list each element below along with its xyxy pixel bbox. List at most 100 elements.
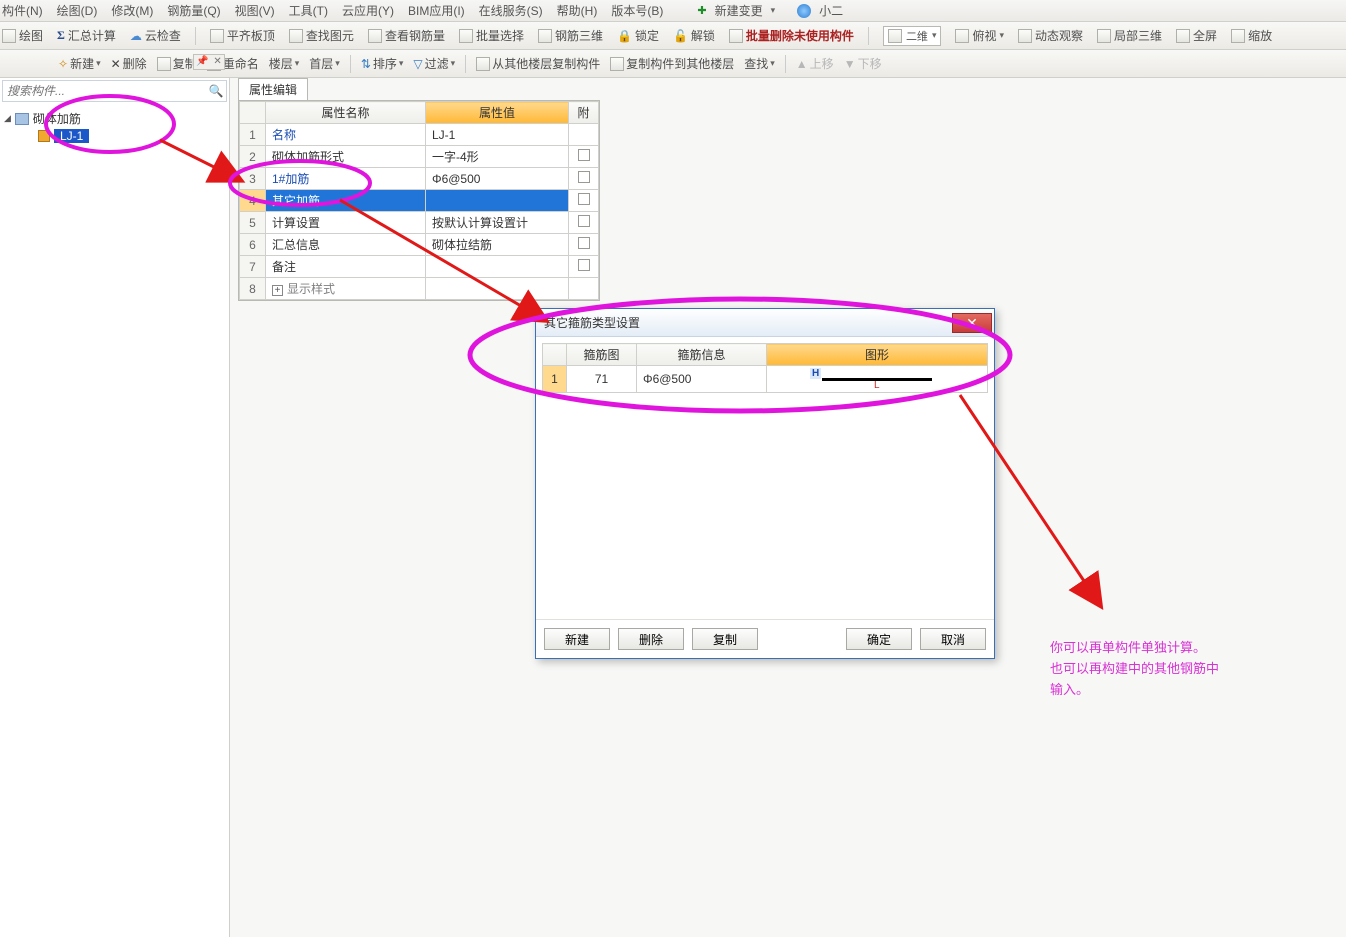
btn-move-up: ▲上移: [796, 55, 834, 72]
menu-item[interactable]: 工具(T): [289, 2, 328, 19]
tool-find-elem[interactable]: 查找图元: [289, 27, 354, 44]
menu-item[interactable]: 修改(M): [111, 2, 153, 19]
tree-item[interactable]: LJ-1: [38, 129, 225, 143]
floor-select[interactable]: 首层: [309, 55, 340, 72]
menu-item[interactable]: 版本号(B): [611, 2, 663, 19]
property-tab[interactable]: 属性编辑: [238, 78, 308, 100]
checkbox[interactable]: [578, 215, 590, 227]
component-tree-pane: 📌✕ 🔍 ◢ 砌体加筋 LJ-1: [0, 78, 230, 937]
header-propname: 属性名称: [266, 102, 426, 124]
tool-rebar-3d[interactable]: 钢筋三维: [538, 27, 603, 44]
header-graphic: 图形: [767, 344, 988, 366]
plus-icon: ✚: [697, 4, 706, 17]
btn-new[interactable]: ✧新建▾: [58, 55, 101, 72]
checkbox[interactable]: [578, 149, 590, 161]
tool-lock[interactable]: 🔒锁定: [617, 27, 659, 44]
tool-batch-select[interactable]: 批量选择: [459, 27, 524, 44]
filter-icon: ▽: [413, 57, 422, 71]
tool-batch-delete[interactable]: 批量删除未使用构件: [729, 27, 854, 44]
btn-move-down: ▼下移: [844, 55, 882, 72]
hoop-info-cell[interactable]: Φ6@500: [637, 366, 767, 393]
search-icon[interactable]: 🔍: [206, 84, 226, 98]
hoop-img-cell[interactable]: 71: [567, 366, 637, 393]
pane-controls[interactable]: 📌✕: [193, 54, 225, 70]
dialog-ok-button[interactable]: 确定: [846, 628, 912, 650]
checkbox[interactable]: [578, 259, 590, 271]
tool-zoom[interactable]: 缩放: [1231, 27, 1272, 44]
dialog-titlebar[interactable]: 其它箍筋类型设置 ✕: [536, 309, 994, 337]
graphic-l-label: L: [874, 380, 880, 391]
tree-search[interactable]: 🔍: [2, 80, 227, 102]
search-input[interactable]: [3, 82, 206, 100]
hoop-type-dialog: 其它箍筋类型设置 ✕ 箍筋图 箍筋信息 图形 1 71 Φ6@500 H L: [535, 308, 995, 659]
tool-fullscreen[interactable]: 全屏: [1176, 27, 1217, 44]
chart-icon: [368, 29, 382, 43]
checkbox[interactable]: [578, 237, 590, 249]
prop-row-selected[interactable]: 4 其它加筋: [240, 190, 599, 212]
pin-icon[interactable]: 📌: [196, 55, 208, 69]
tool-unlock[interactable]: 🔓解锁: [673, 27, 715, 44]
close-icon[interactable]: ✕: [213, 55, 221, 69]
btn-copy-from-floor[interactable]: 从其他楼层复制构件: [476, 55, 600, 72]
user-name: 小二: [819, 2, 843, 19]
menu-item[interactable]: 帮助(H): [557, 2, 598, 19]
hoop-row[interactable]: 1 71 Φ6@500 H L: [543, 366, 988, 393]
tool-flat-top[interactable]: 平齐板顶: [210, 27, 275, 44]
menu-bar: 构件(N) 绘图(D) 修改(M) 钢筋量(Q) 视图(V) 工具(T) 云应用…: [0, 0, 1346, 22]
prop-row[interactable]: 1 名称 LJ-1: [240, 124, 599, 146]
btn-copy[interactable]: 复制: [157, 55, 197, 72]
btn-sort[interactable]: ⇅排序▾: [361, 55, 404, 72]
header-hoop-info: 箍筋信息: [637, 344, 767, 366]
dialog-title: 其它箍筋类型设置: [544, 314, 640, 331]
menu-item[interactable]: 视图(V): [235, 2, 275, 19]
tool-view-rebar[interactable]: 查看钢筋量: [368, 27, 445, 44]
prop-row[interactable]: 2 砌体加筋形式 一字-4形: [240, 146, 599, 168]
collapse-icon[interactable]: ◢: [4, 113, 11, 124]
menu-item[interactable]: 钢筋量(Q): [167, 2, 220, 19]
tool-local-3d[interactable]: 局部三维: [1097, 27, 1162, 44]
prop-row[interactable]: 5 计算设置 按默认计算设置计: [240, 212, 599, 234]
header-hoop-img: 箍筋图: [567, 344, 637, 366]
dialog-new-button[interactable]: 新建: [544, 628, 610, 650]
dialog-close-button[interactable]: ✕: [952, 313, 992, 333]
prop-row[interactable]: 3 1#加筋 Φ6@500: [240, 168, 599, 190]
menu-item[interactable]: BIM应用(I): [408, 2, 465, 19]
property-panel: 属性编辑 属性名称 属性值 附 1 名称 LJ-1 2 砌体加筋形式 一字-4形: [238, 78, 600, 301]
dialog-delete-button[interactable]: 删除: [618, 628, 684, 650]
hoop-graphic-cell[interactable]: H L: [767, 366, 988, 393]
tool-cloud-check[interactable]: ☁云检查: [130, 27, 181, 44]
tree-root[interactable]: ◢ 砌体加筋: [4, 110, 225, 127]
cube-icon: [538, 29, 552, 43]
checkbox[interactable]: [578, 193, 590, 205]
prop-row[interactable]: 6 汇总信息 砌体拉结筋: [240, 234, 599, 256]
header-propvalue: 属性值: [426, 102, 569, 124]
tool-sum[interactable]: Σ 汇总计算: [57, 27, 116, 44]
tree-root-label: 砌体加筋: [33, 110, 81, 127]
orbit-icon: [1018, 29, 1032, 43]
header-blank: [543, 344, 567, 366]
menu-item[interactable]: 构件(N): [2, 2, 43, 19]
expand-icon[interactable]: +: [272, 285, 283, 296]
prop-row[interactable]: 8 +显示样式: [240, 278, 599, 300]
row-number: 1: [543, 366, 567, 393]
menu-item[interactable]: 绘图(D): [57, 2, 98, 19]
menu-item[interactable]: 在线服务(S): [479, 2, 543, 19]
new-change-menu[interactable]: 新建变更: [715, 2, 763, 19]
view-mode-combo[interactable]: 二维: [883, 26, 942, 46]
copy-icon: [157, 57, 171, 71]
main-toolbar: 绘图 Σ 汇总计算 ☁云检查 平齐板顶 查找图元 查看钢筋量 批量选择 钢筋三维…: [0, 22, 1346, 50]
checkbox[interactable]: [578, 171, 590, 183]
menu-item[interactable]: 云应用(Y): [342, 2, 394, 19]
tool-dyn-observe[interactable]: 动态观察: [1018, 27, 1083, 44]
dialog-copy-button[interactable]: 复制: [692, 628, 758, 650]
broom-icon: [729, 29, 743, 43]
btn-find[interactable]: 查找: [744, 55, 775, 72]
tool-draw[interactable]: 绘图: [2, 27, 43, 44]
new-icon: ✧: [58, 57, 68, 71]
btn-copy-to-floor[interactable]: 复制构件到其他楼层: [610, 55, 734, 72]
dialog-cancel-button[interactable]: 取消: [920, 628, 986, 650]
btn-delete[interactable]: ✕ 删除: [111, 55, 147, 72]
tool-top-view[interactable]: 俯视▾: [955, 27, 1004, 44]
btn-filter[interactable]: ▽过滤▾: [413, 55, 455, 72]
prop-row[interactable]: 7 备注: [240, 256, 599, 278]
